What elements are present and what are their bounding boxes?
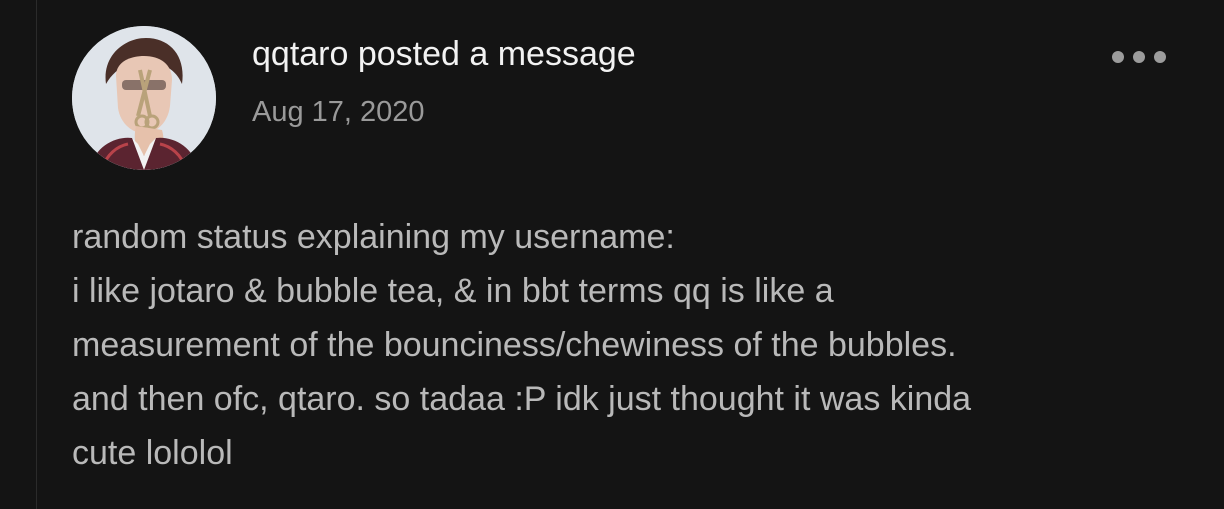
message-line: cute lololol bbox=[72, 434, 233, 472]
message-line: and then ofc, qtaro. so tadaa :P idk jus… bbox=[72, 380, 972, 418]
post-author-line[interactable]: qqtaro posted a message bbox=[252, 32, 636, 76]
avatar-illustration bbox=[72, 26, 216, 170]
message-line: random status explaining my username: bbox=[72, 218, 675, 256]
post-message: random status explaining my username: i … bbox=[72, 210, 1182, 480]
avatar[interactable] bbox=[72, 26, 216, 170]
message-line: i like jotaro & bubble tea, & in bbt ter… bbox=[72, 272, 834, 310]
message-line: measurement of the bounciness/chewiness … bbox=[72, 326, 957, 364]
post-timestamp: Aug 17, 2020 bbox=[252, 96, 425, 128]
more-options-button[interactable] bbox=[1104, 40, 1174, 72]
